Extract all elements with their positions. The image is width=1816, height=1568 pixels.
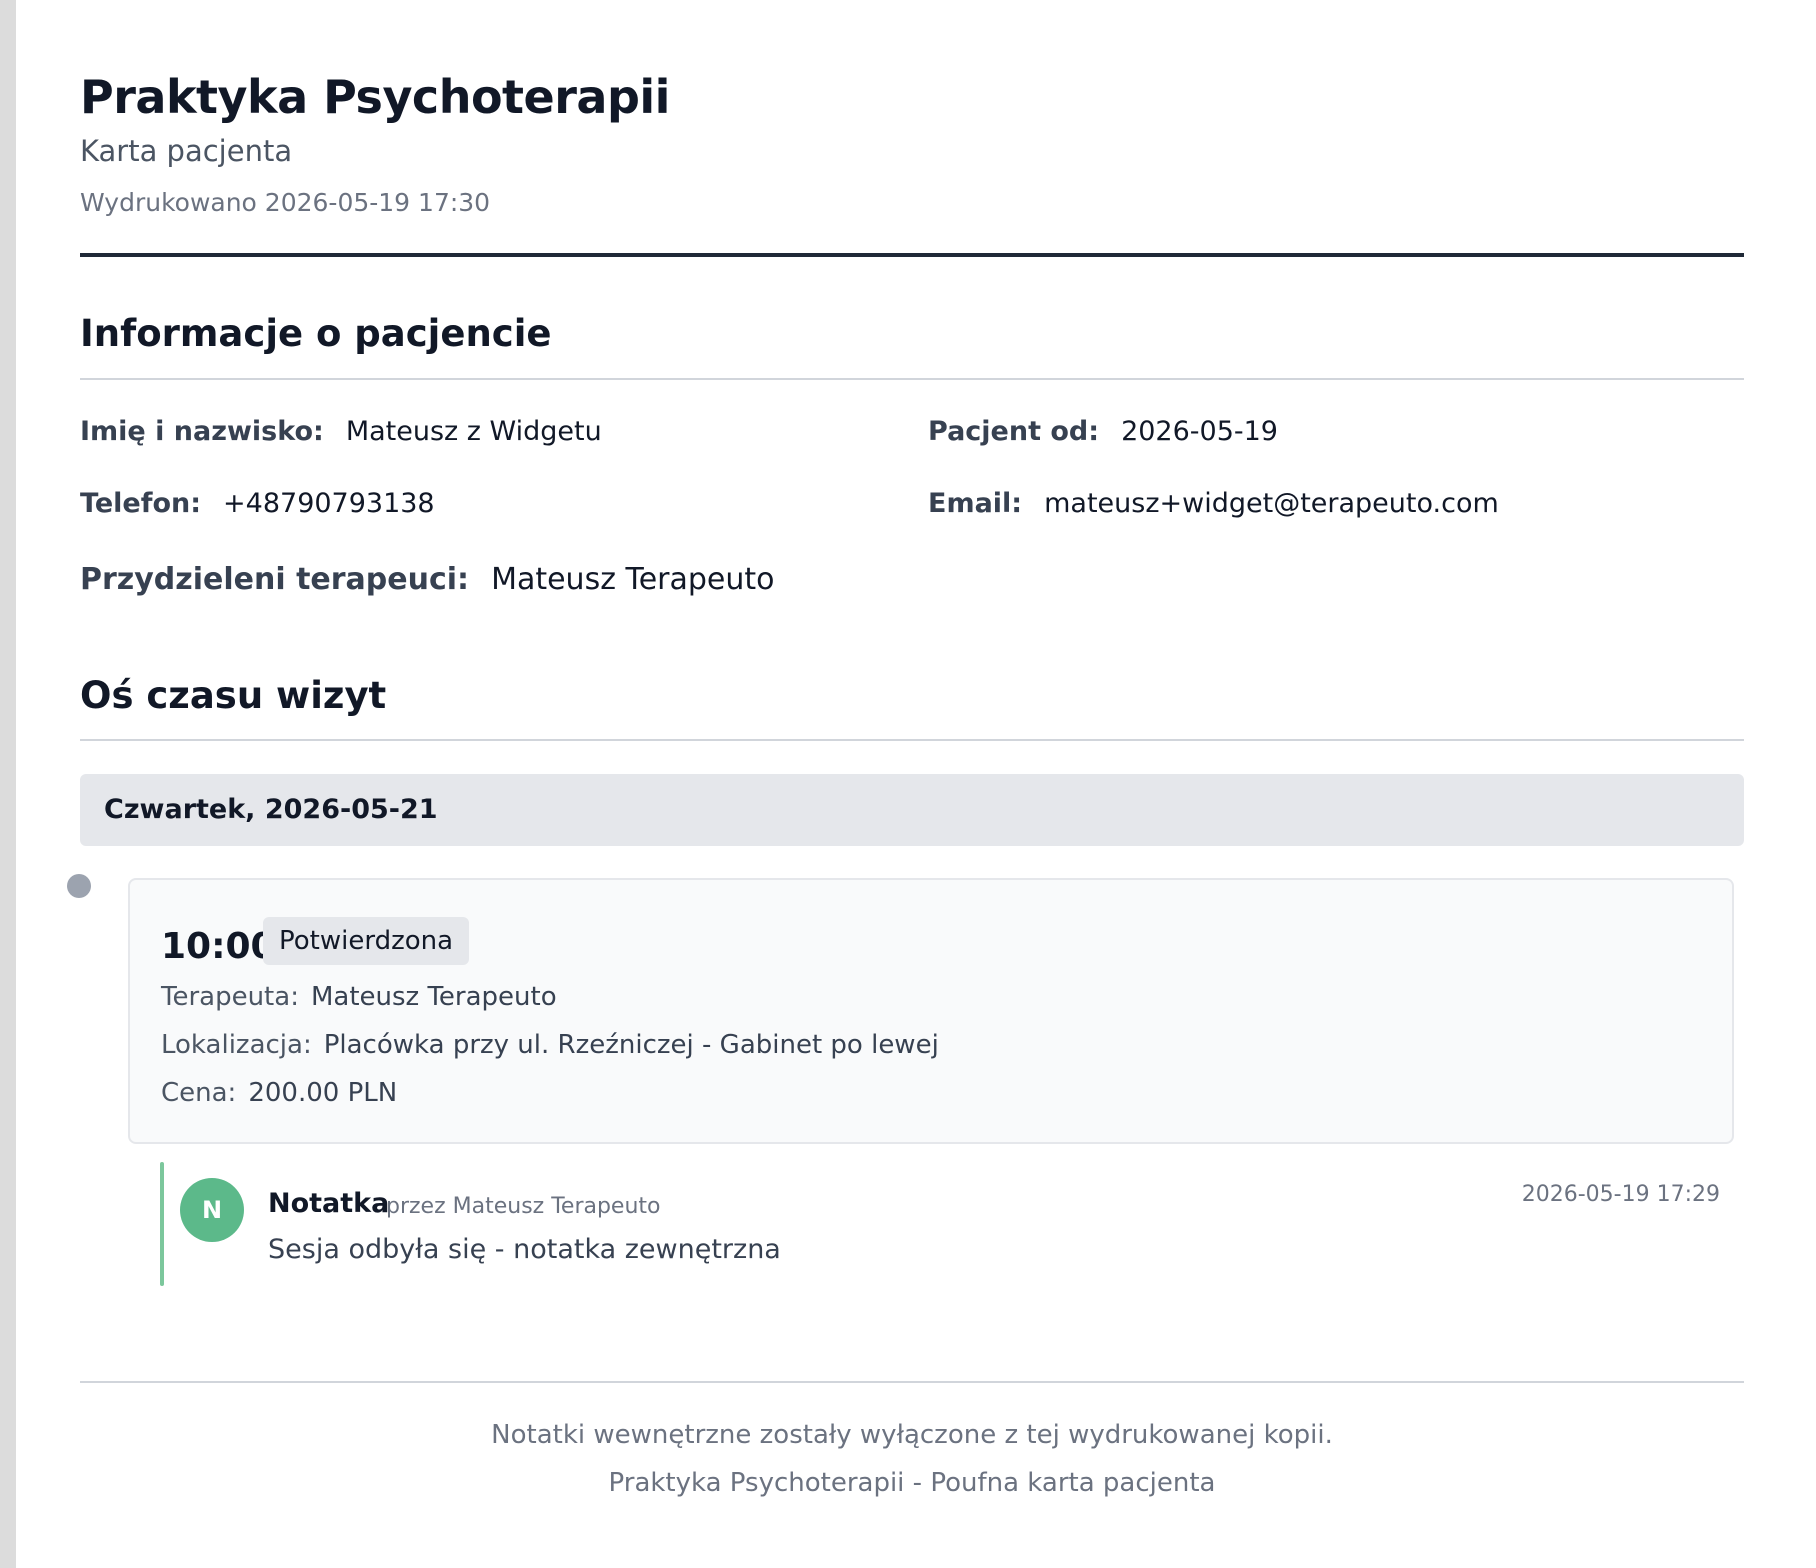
timeline-dot <box>67 874 91 898</box>
printed-timestamp: Wydrukowano 2026-05-19 17:30 <box>80 188 491 217</box>
patient-info-divider <box>80 378 1744 380</box>
patient-since-label: Pacjent od: <box>928 416 1100 447</box>
header-divider <box>80 253 1744 257</box>
note-text: Sesja odbyła się - notatka zewnętrzna <box>268 1234 781 1265</box>
patient-name-label: Imię i nazwisko: <box>80 416 324 447</box>
note-title: Notatka <box>268 1188 390 1219</box>
note-date: 2026-05-19 17:29 <box>1521 1182 1720 1207</box>
email-label: Email: <box>928 488 1023 519</box>
visit-price-row: Cena: 200.00 PLN <box>161 1078 397 1108</box>
visit-location-value: Placówka przy ul. Rzeźniczej - Gabinet p… <box>323 1030 939 1060</box>
visit-card: 10:00 Potwierdzona Terapeuta: Mateusz Ter… <box>128 878 1734 1144</box>
note-author: przez Mateusz Terapeuto <box>386 1194 661 1219</box>
patient-name-field: Imię i nazwisko: Mateusz z Widgetu <box>80 416 602 447</box>
phone-field: Telefon: +48790793138 <box>80 488 435 519</box>
visit-price-label: Cena: <box>161 1078 237 1108</box>
footer-disclaimer: Notatki wewnętrzne zostały wyłączone z t… <box>491 1420 1333 1450</box>
visit-therapist-value: Mateusz Terapeuto <box>310 982 557 1012</box>
patient-name-value: Mateusz z Widgetu <box>345 416 602 447</box>
patient-info-heading: Informacje o pacjencie <box>80 312 552 355</box>
note-accent-border <box>160 1162 164 1286</box>
therapists-label: Przydzieleni terapeuci: <box>80 562 470 597</box>
visit-note: N Notatka przez Mateusz Terapeuto 2026-0… <box>160 1162 1734 1286</box>
therapists-field: Przydzieleni terapeuci: Mateusz Terapeuto <box>80 562 775 597</box>
left-edge-bar <box>0 0 16 1568</box>
patient-since-field: Pacjent od: 2026-05-19 <box>928 416 1278 447</box>
page-title: Praktyka Psychoterapii <box>80 70 670 124</box>
email-value: mateusz+widget@terapeuto.com <box>1044 488 1499 519</box>
timeline-heading: Oś czasu wizyt <box>80 674 387 717</box>
page-subtitle: Karta pacjenta <box>80 134 293 168</box>
footer-confidential: Praktyka Psychoterapii - Poufna karta pa… <box>608 1468 1216 1498</box>
avatar: N <box>180 1178 244 1242</box>
email-field: Email: mateusz+widget@terapeuto.com <box>928 488 1499 519</box>
footer-divider <box>80 1381 1744 1383</box>
status-badge: Potwierdzona <box>263 917 470 965</box>
timeline-divider <box>80 739 1744 741</box>
visit-price-value: 200.00 PLN <box>248 1078 398 1108</box>
patient-since-value: 2026-05-19 <box>1121 416 1278 447</box>
timeline-day-header: Czwartek, 2026-05-21 <box>80 774 1744 846</box>
visit-time: 10:00 <box>161 926 276 967</box>
visit-location-row: Lokalizacja: Placówka przy ul. Rzeźniczej… <box>161 1030 939 1060</box>
phone-label: Telefon: <box>80 488 202 519</box>
visit-therapist-row: Terapeuta: Mateusz Terapeuto <box>161 982 557 1012</box>
therapists-value: Mateusz Terapeuto <box>491 562 775 597</box>
timeline-day-label: Czwartek, 2026-05-21 <box>104 794 438 825</box>
visit-location-label: Lokalizacja: <box>161 1030 312 1060</box>
visit-therapist-label: Terapeuta: <box>161 982 299 1012</box>
phone-value: +48790793138 <box>223 488 435 519</box>
